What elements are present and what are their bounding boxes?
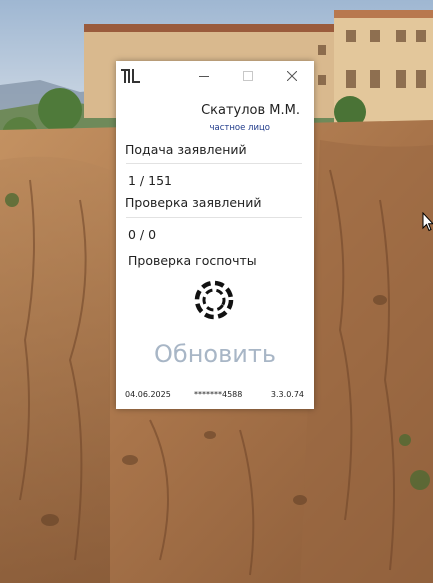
minimize-button[interactable] (182, 61, 226, 91)
maximize-icon (243, 71, 253, 81)
mouse-cursor-icon (422, 212, 433, 232)
close-button[interactable] (270, 61, 314, 91)
footer-version: 3.3.0.74 (270, 390, 304, 399)
section-label-verification: Проверка заявлений (125, 195, 262, 210)
maximize-button[interactable] (226, 61, 270, 91)
refresh-button[interactable]: Обновить (116, 337, 314, 371)
divider (126, 217, 302, 218)
user-name: Скатулов М.М. (201, 103, 300, 118)
verification-count: 0 / 0 (128, 227, 157, 242)
section-label-gov-mail: Проверка госпочты (128, 253, 257, 268)
user-type: частное лицо (209, 123, 271, 133)
divider (126, 163, 302, 164)
submission-count: 1 / 151 (128, 173, 172, 188)
section-label-submission: Подача заявлений (125, 142, 247, 157)
close-icon (287, 71, 297, 81)
minimize-icon (199, 76, 209, 77)
app-logo-icon (121, 69, 140, 83)
title-bar[interactable] (116, 61, 314, 91)
footer-date: 04.06.2025 (125, 390, 171, 399)
app-window: Скатулов М.М. частное лицо Подача заявле… (116, 61, 314, 409)
footer-phone: *******4588 (194, 390, 243, 399)
loading-spinner-icon (194, 280, 234, 320)
